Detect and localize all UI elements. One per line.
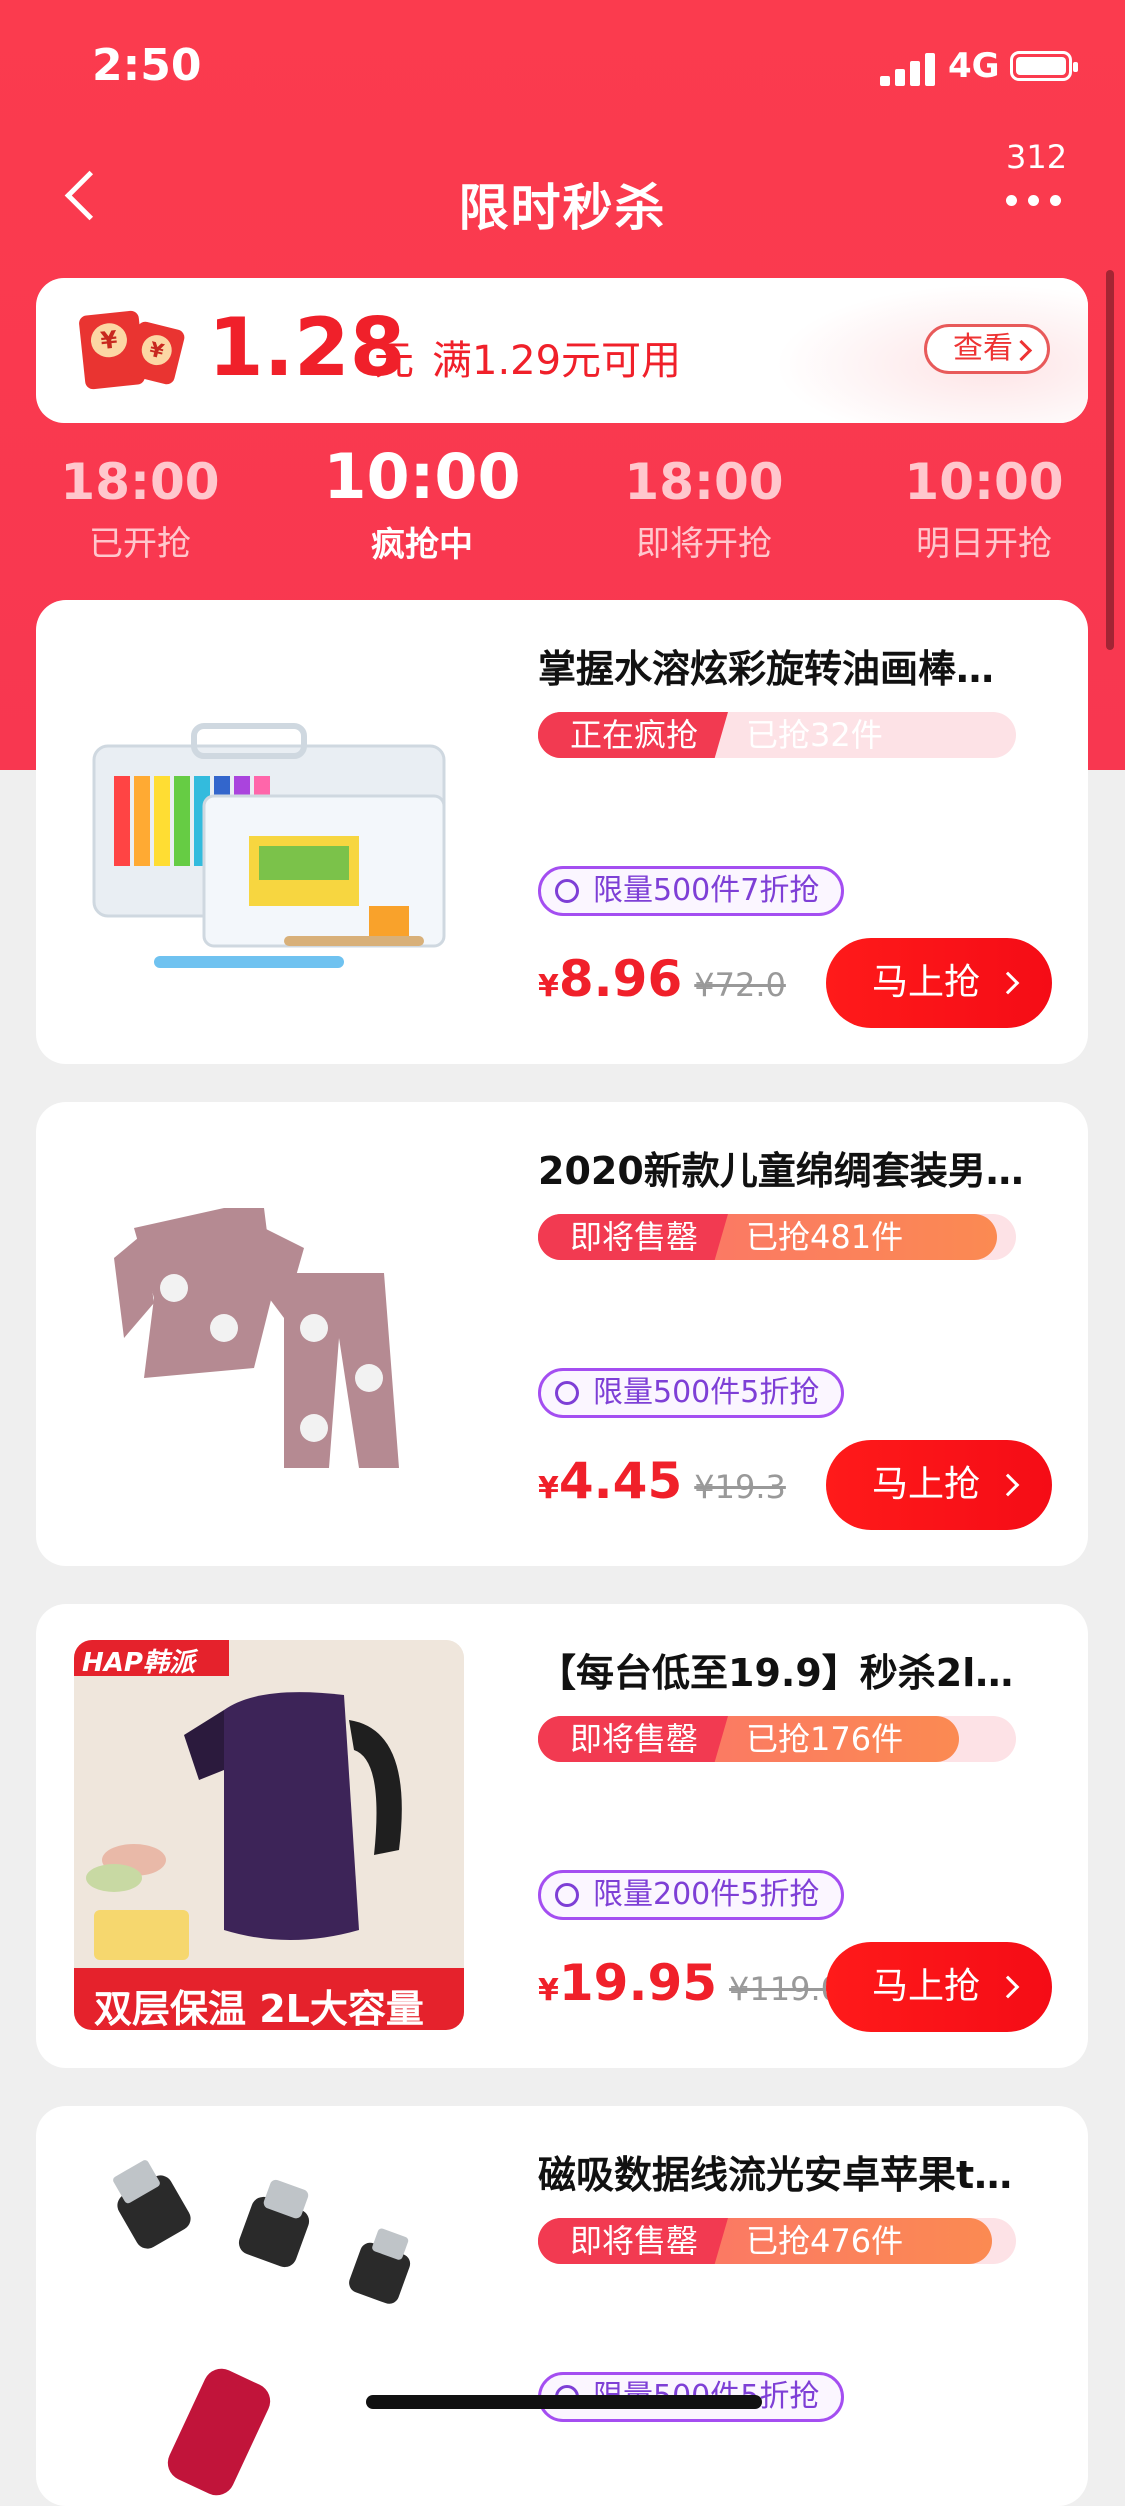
product-card[interactable]: 掌握水溶炫彩旋转油画棒… 正在疯抢 已抢32件 限量500件7折抢 ¥8.96 ¥…: [36, 600, 1088, 1064]
sold-progress-bar: 即将售罄 已抢176件: [538, 1716, 1016, 1762]
tab-status: 即将开抢: [636, 524, 772, 564]
home-indicator[interactable]: [366, 2395, 762, 2409]
product-card[interactable]: HAP韩派 双层保温 2L大容量 【每台低至19.9】秒杀2l… 即将售罄 已抢…: [36, 1604, 1088, 2068]
price: ¥8.96 ¥72.0: [538, 950, 786, 1008]
limit-tag: 限量500件7折抢: [538, 866, 845, 916]
chevron-right-icon: [996, 1975, 1020, 1999]
discount-icon: [555, 1381, 579, 1405]
discount-icon: [555, 1883, 579, 1907]
product-card[interactable]: 2020新款儿童绵绸套装男… 即将售罄 已抢481件 限量500件5折抢 ¥4.…: [36, 1102, 1088, 1566]
more-options-icon[interactable]: [1000, 190, 1070, 210]
limit-label: 限量500件5折抢: [593, 1375, 820, 1410]
product-title[interactable]: 掌握水溶炫彩旋转油画棒…: [538, 638, 1068, 693]
product-card[interactable]: 磁吸数据线流光安卓苹果t… 即将售罄 已抢476件 限量500件5折抢: [36, 2106, 1088, 2506]
product-image-caption: 双层保温 2L大容量: [94, 1987, 424, 2030]
sold-count: 已抢176件: [746, 1720, 904, 1758]
status-bar: 2:50 4G: [0, 0, 1125, 130]
chevron-right-icon: [1010, 339, 1033, 362]
sold-count: 已抢481件: [746, 1218, 904, 1256]
chevron-right-icon: [996, 971, 1020, 995]
coupon-view-button[interactable]: 查看: [924, 324, 1050, 374]
sale-status-label: 即将售罄: [538, 1716, 728, 1762]
tab-session-1[interactable]: 18:00 已开抢: [30, 455, 250, 565]
product-image[interactable]: [74, 1138, 464, 1528]
red-packet-icon: ¥ ¥: [78, 310, 187, 393]
sold-count: 已抢32件: [746, 716, 883, 754]
coupon-unit: 元: [374, 338, 414, 384]
product-title[interactable]: 磁吸数据线流光安卓苹果t…: [538, 2144, 1068, 2199]
sale-price: 8.96: [558, 950, 683, 1008]
tab-time: 10:00: [904, 453, 1064, 511]
tab-time: 18:00: [624, 453, 784, 511]
page-title: 限时秒杀: [458, 179, 667, 237]
price: ¥19.95 ¥119.0: [538, 1954, 841, 2012]
sale-price: 4.45: [558, 1452, 683, 1510]
coupon-condition: 满1.29元可用: [432, 338, 682, 384]
scrollbar[interactable]: [1106, 270, 1114, 650]
tab-time: 10:00: [323, 440, 521, 513]
coupon-view-label: 查看: [953, 331, 1013, 366]
original-price: ¥19.3: [694, 1468, 786, 1506]
product-title[interactable]: 【每台低至19.9】秒杀2l…: [538, 1642, 1068, 1697]
product-title[interactable]: 2020新款儿童绵绸套装男…: [538, 1140, 1068, 1195]
product-image[interactable]: HAP韩派 双层保温 2L大容量: [74, 1640, 464, 2030]
sale-status-label: 即将售罄: [538, 2218, 728, 2264]
sale-status-label: 即将售罄: [538, 1214, 728, 1260]
limit-tag: 限量500件5折抢: [538, 1368, 845, 1418]
product-image-brand: HAP韩派: [82, 1648, 195, 1678]
coupon-banner[interactable]: ¥ ¥ 1.28 元 满1.29元可用 查看: [36, 278, 1088, 423]
buy-now-label: 马上抢: [872, 1464, 981, 1505]
tab-session-4[interactable]: 10:00 明日开抢: [874, 455, 1094, 565]
product-image[interactable]: [74, 2142, 464, 2506]
sold-progress-bar: 即将售罄 已抢481件: [538, 1214, 1016, 1260]
discount-icon: [555, 879, 579, 903]
network-label: 4G: [948, 46, 1000, 86]
sold-progress-bar: 正在疯抢 已抢32件: [538, 712, 1016, 758]
original-price: ¥119.0: [729, 1970, 841, 2008]
sold-progress-bar: 即将售罄 已抢476件: [538, 2218, 1016, 2264]
buy-now-button[interactable]: 马上抢: [826, 938, 1052, 1028]
tab-time: 18:00: [60, 453, 220, 511]
message-count-badge: 312: [1006, 138, 1068, 176]
tab-status: 已开抢: [89, 524, 191, 564]
price: ¥4.45 ¥19.3: [538, 1452, 786, 1510]
sale-status-label: 正在疯抢: [538, 712, 728, 758]
sold-count: 已抢476件: [746, 2222, 904, 2260]
sale-price: 19.95: [558, 1954, 718, 2012]
limit-tag: 限量200件5折抢: [538, 1870, 845, 1920]
buy-now-button[interactable]: 马上抢: [826, 1942, 1052, 2032]
tab-session-2[interactable]: 10:00 疯抢中: [312, 440, 532, 566]
original-price: ¥72.0: [694, 966, 786, 1004]
nav-bar: 限时秒杀 312: [0, 138, 1125, 250]
limit-label: 限量200件5折抢: [593, 1877, 820, 1912]
buy-now-label: 马上抢: [872, 1966, 981, 2007]
buy-now-button[interactable]: 马上抢: [826, 1440, 1052, 1530]
buy-now-label: 马上抢: [872, 962, 981, 1003]
battery-icon: [1010, 51, 1078, 81]
tab-session-3[interactable]: 18:00 即将开抢: [594, 455, 814, 565]
tab-status: 明日开抢: [916, 524, 1052, 564]
limit-label: 限量500件7折抢: [593, 873, 820, 908]
status-time: 2:50: [92, 40, 202, 91]
tab-status: 疯抢中: [371, 525, 473, 566]
chevron-right-icon: [996, 1473, 1020, 1497]
product-image[interactable]: [74, 636, 464, 1026]
session-tabs: 18:00 已开抢 10:00 疯抢中 18:00 即将开抢 10:00 明日开…: [0, 442, 1125, 575]
signal-icon: [880, 52, 936, 86]
